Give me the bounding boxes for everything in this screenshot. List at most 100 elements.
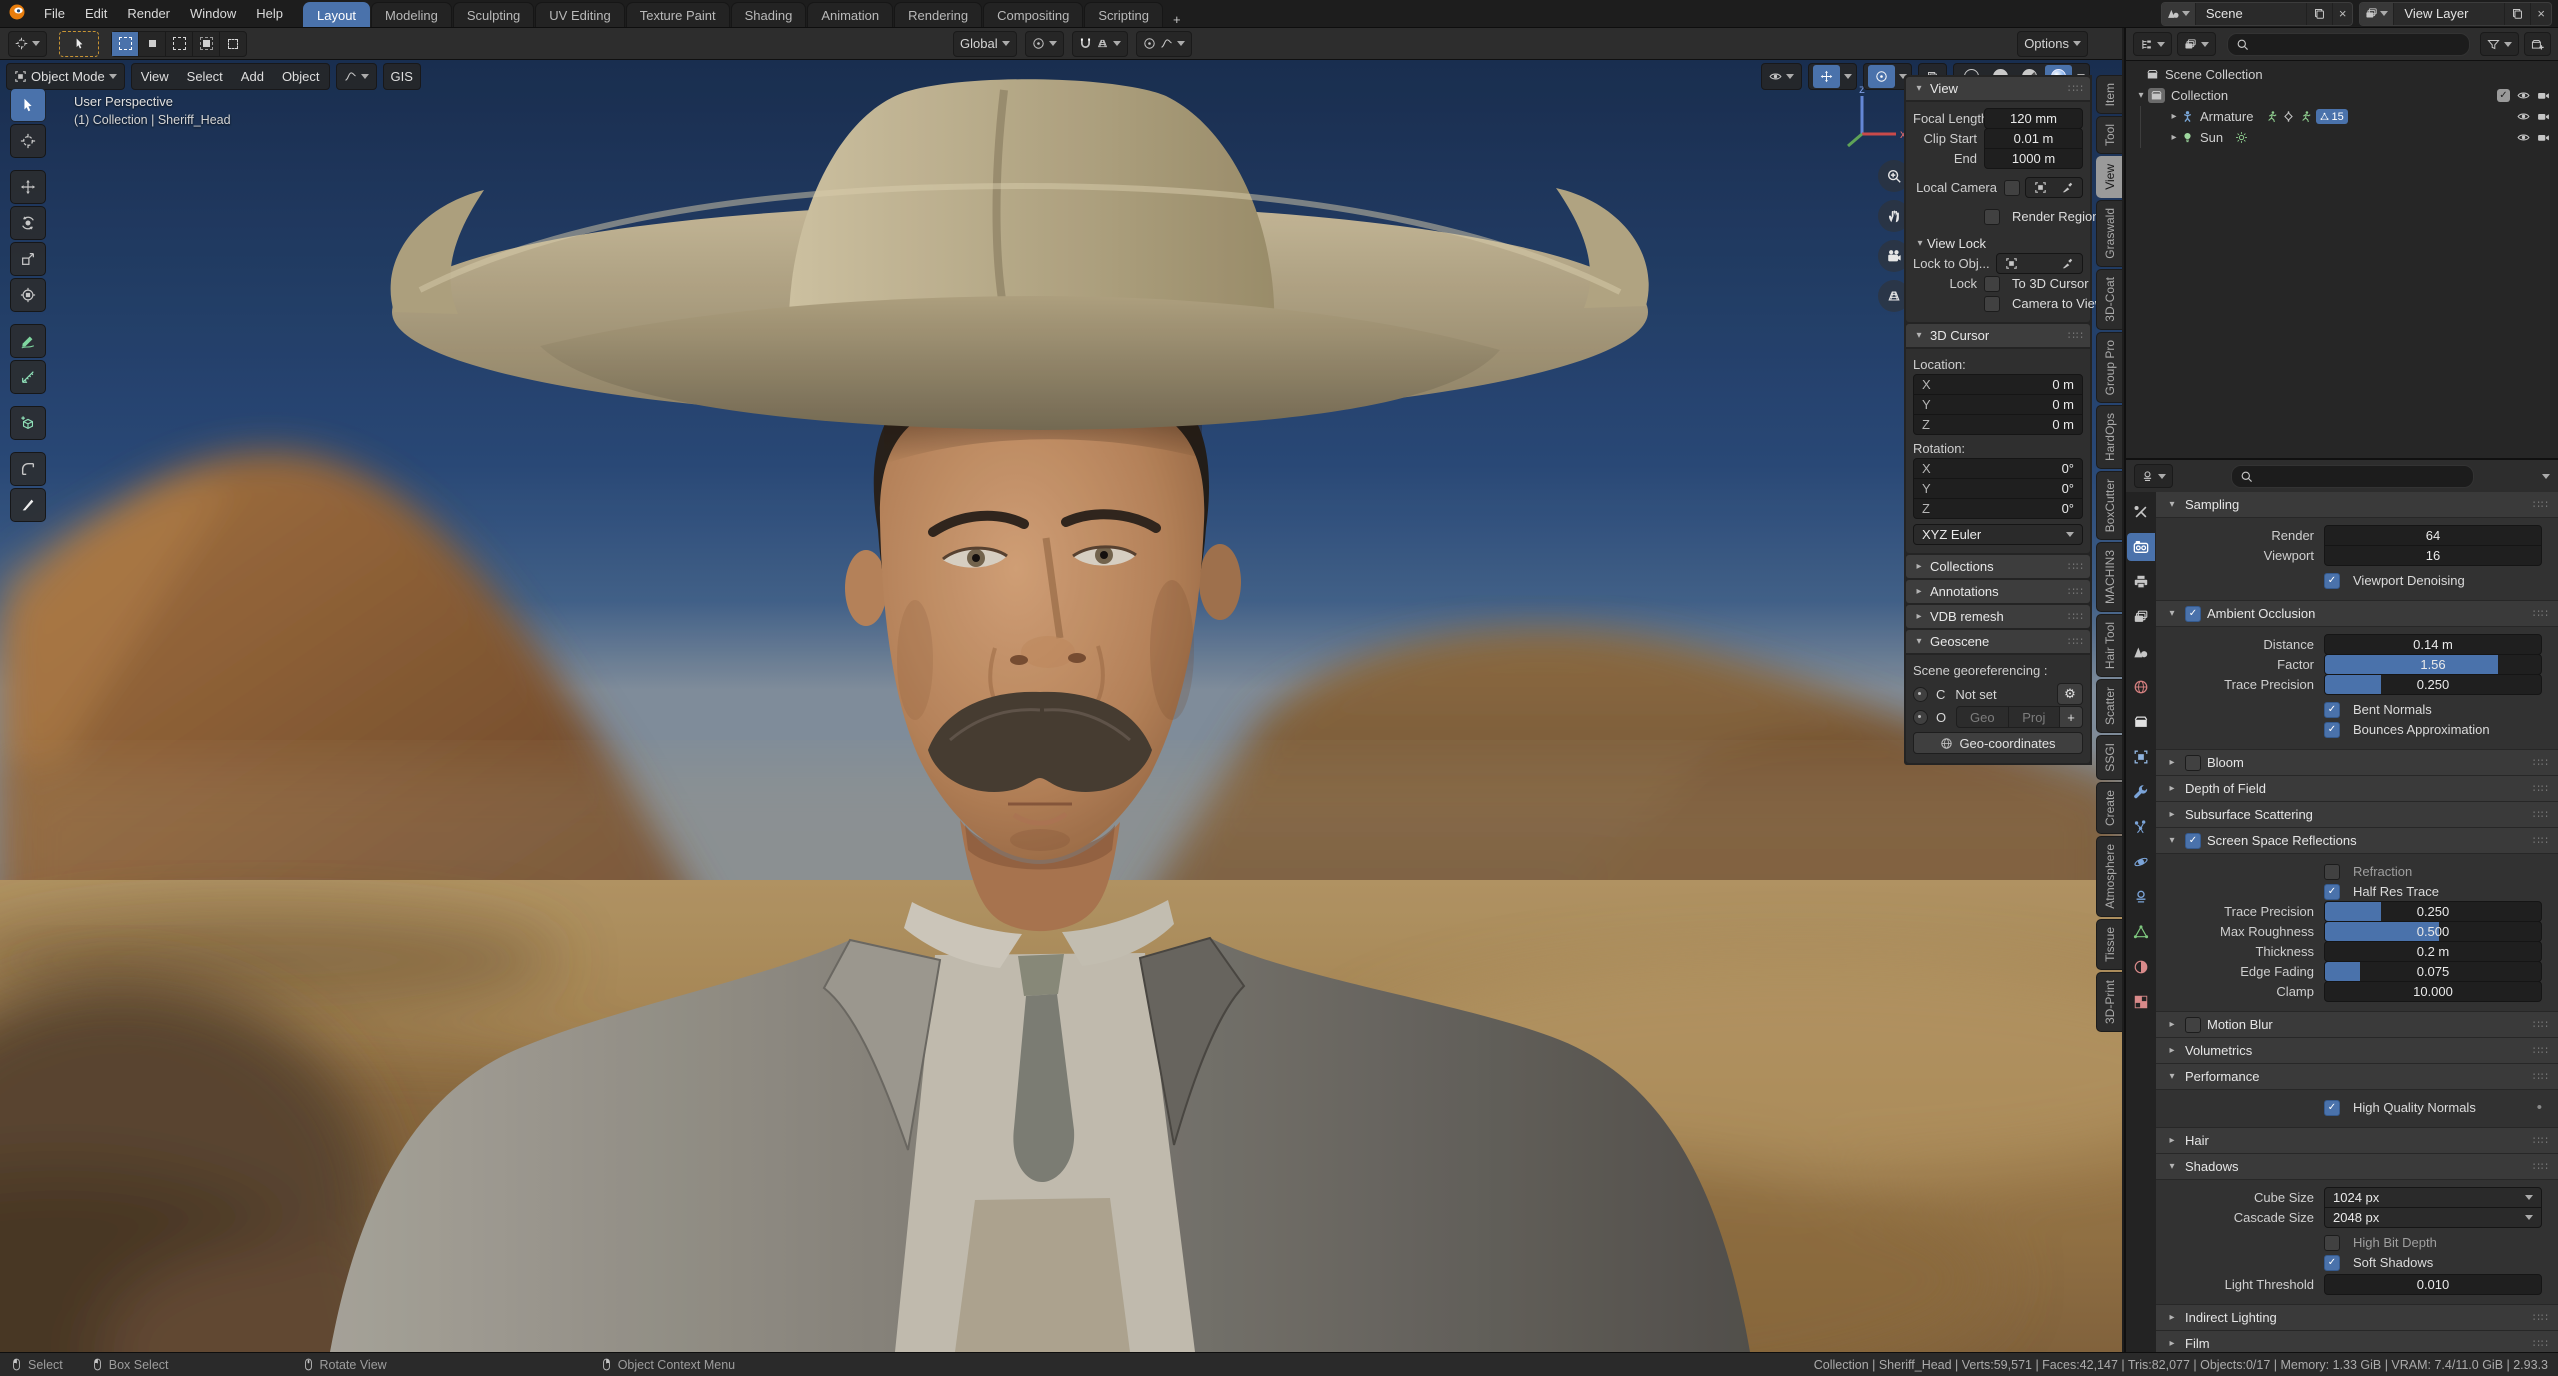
tool-rotate[interactable]: [10, 206, 46, 240]
geoscene-proj-button[interactable]: Proj: [2008, 706, 2060, 728]
panel-shadows-header[interactable]: ▾Shadows∷∷: [2156, 1154, 2558, 1180]
sidebar-tab-tool[interactable]: Tool: [2096, 116, 2122, 154]
tab-scripting[interactable]: Scripting: [1084, 2, 1163, 27]
new-collection-button[interactable]: [2524, 32, 2551, 56]
disclosure-icon[interactable]: ▸: [2167, 132, 2181, 143]
geoscene-add-button[interactable]: +: [2059, 706, 2083, 728]
viewport-denoising-checkbox[interactable]: [2324, 573, 2340, 589]
menu-view[interactable]: View: [134, 69, 176, 84]
bent-normals-checkbox[interactable]: [2324, 702, 2340, 718]
sidebar-tab-3dprint[interactable]: 3D-Print: [2096, 972, 2122, 1032]
rotation-mode-dropdown[interactable]: XYZ Euler: [1913, 524, 2083, 545]
scene-selector[interactable]: Scene ×: [2161, 2, 2354, 26]
scene-copy-button[interactable]: [2306, 3, 2332, 25]
view-lock-subheader[interactable]: ▾View Lock: [1913, 234, 2083, 253]
tool-fillet[interactable]: [10, 452, 46, 486]
sidebar-tab-create[interactable]: Create: [2096, 782, 2122, 834]
ssr-checkbox[interactable]: [2185, 833, 2201, 849]
tool-transform[interactable]: [10, 278, 46, 312]
outliner-filter-dropdown[interactable]: [2480, 32, 2519, 56]
tab-layout[interactable]: Layout: [303, 2, 370, 27]
select-mode-invert[interactable]: [193, 32, 220, 56]
viewport-render[interactable]: [0, 60, 2122, 1352]
sidebar-tab-ssgi[interactable]: SSGI: [2096, 735, 2122, 780]
render-samples-field[interactable]: 64: [2324, 525, 2542, 546]
menu-file[interactable]: File: [34, 0, 75, 27]
clip-end-field[interactable]: 1000 m: [1984, 148, 2083, 169]
cursor-loc-z-field[interactable]: Z0 m: [1913, 414, 2083, 435]
tab-sculpting[interactable]: Sculpting: [453, 2, 534, 27]
panel-ao-header[interactable]: ▾ Ambient Occlusion∷∷: [2156, 601, 2558, 627]
tab-uv-editing[interactable]: UV Editing: [535, 2, 624, 27]
geoscene-o-radio[interactable]: [1913, 710, 1928, 725]
select-mode-new[interactable]: [112, 32, 139, 56]
tab-view-layer-properties[interactable]: [2127, 603, 2155, 631]
panel-3d-cursor-header[interactable]: ▾3D Cursor∷∷: [1906, 324, 2090, 347]
tab-scene-properties[interactable]: [2127, 638, 2155, 666]
geo-coordinates-button[interactable]: Geo-coordinates: [1913, 732, 2083, 754]
sidebar-tab-item[interactable]: Item: [2096, 75, 2122, 114]
gizmos-dropdown[interactable]: [1808, 63, 1857, 90]
clip-start-field[interactable]: 0.01 m: [1984, 128, 2083, 149]
sidebar-tab-view[interactable]: View: [2096, 156, 2122, 198]
collection-checkbox[interactable]: ✓: [2497, 89, 2510, 102]
add-workspace-button[interactable]: +: [1164, 12, 1190, 27]
orientation-dropdown[interactable]: Global: [953, 31, 1017, 57]
ao-distance-field[interactable]: 0.14 m: [2324, 634, 2542, 655]
panel-sss-header[interactable]: ▸Subsurface Scattering∷∷: [2156, 802, 2558, 828]
bloom-checkbox[interactable]: [2185, 755, 2201, 771]
properties-search-input[interactable]: [2258, 468, 2465, 485]
cube-size-dropdown[interactable]: 1024 px: [2324, 1187, 2542, 1208]
menu-object[interactable]: Object: [275, 69, 327, 84]
select-mode-subtract[interactable]: [166, 32, 193, 56]
animate-dot-icon[interactable]: •: [2537, 1099, 2542, 1116]
viewport-samples-field[interactable]: 16: [2324, 545, 2542, 566]
panel-view-header[interactable]: ▾View∷∷: [1906, 77, 2090, 100]
view-layer-name[interactable]: View Layer: [2394, 6, 2504, 21]
cursor-loc-x-field[interactable]: X0 m: [1913, 374, 2083, 395]
outliner-row-armature[interactable]: ▸ Armature 15: [2126, 106, 2558, 127]
hide-eye-icon[interactable]: [2517, 89, 2530, 102]
soft-shadows-checkbox[interactable]: [2324, 1255, 2340, 1271]
navigation-axis-gizmo[interactable]: z x: [1832, 82, 1910, 163]
active-tool-icon[interactable]: [59, 31, 99, 57]
panel-collections-header[interactable]: ▸Collections∷∷: [1906, 555, 2090, 578]
geoscene-settings-button[interactable]: ⚙: [2057, 683, 2083, 705]
tab-modifier-properties[interactable]: [2127, 778, 2155, 806]
panel-bloom-header[interactable]: ▸ Bloom∷∷: [2156, 750, 2558, 776]
properties-search[interactable]: [2231, 465, 2474, 488]
mode-dropdown[interactable]: Object Mode: [6, 63, 125, 90]
panel-annotations-header[interactable]: ▸Annotations∷∷: [1906, 580, 2090, 603]
high-bit-depth-checkbox[interactable]: [2324, 1235, 2340, 1251]
panel-volumetrics-header[interactable]: ▸Volumetrics∷∷: [2156, 1038, 2558, 1064]
hide-eye-icon[interactable]: [2517, 131, 2530, 144]
active-tool-dropdown[interactable]: [8, 31, 47, 57]
tab-render-properties[interactable]: [2127, 533, 2155, 561]
outliner-row-scene-collection[interactable]: Scene Collection: [2126, 64, 2558, 85]
snap-toggle[interactable]: [1072, 31, 1128, 57]
menu-window[interactable]: Window: [180, 0, 246, 27]
panel-sampling-header[interactable]: ▾Sampling∷∷: [2156, 492, 2558, 518]
tab-compositing[interactable]: Compositing: [983, 2, 1083, 27]
tab-physics-properties[interactable]: [2127, 848, 2155, 876]
cascade-size-dropdown[interactable]: 2048 px: [2324, 1207, 2542, 1228]
tool-move[interactable]: [10, 170, 46, 204]
tool-scale[interactable]: [10, 242, 46, 276]
outliner-row-sun[interactable]: ▸ Sun: [2126, 127, 2558, 148]
render-restrict-icon[interactable]: [2537, 110, 2550, 123]
max-roughness-slider[interactable]: 0.500: [2324, 921, 2542, 942]
object-visibility-dropdown[interactable]: [1761, 63, 1802, 90]
tool-cursor[interactable]: [10, 124, 46, 158]
hq-normals-checkbox[interactable]: [2324, 1100, 2340, 1116]
bounces-approximation-checkbox[interactable]: [2324, 722, 2340, 738]
sidebar-tab-atmosphere[interactable]: Atmosphere: [2096, 836, 2122, 917]
menu-select[interactable]: Select: [180, 69, 230, 84]
tab-animation[interactable]: Animation: [807, 2, 893, 27]
cursor-rot-z-field[interactable]: Z0°: [1913, 498, 2083, 519]
sidebar-tab-boxcutter[interactable]: BoxCutter: [2096, 471, 2122, 540]
options-dropdown[interactable]: Options: [2017, 31, 2088, 57]
viewport-3d[interactable]: Object Mode View Select Add Object GIS: [0, 60, 2122, 1352]
tool-knife-project[interactable]: [10, 488, 46, 522]
cursor-rot-x-field[interactable]: X0°: [1913, 458, 2083, 479]
menu-add[interactable]: Add: [234, 69, 271, 84]
